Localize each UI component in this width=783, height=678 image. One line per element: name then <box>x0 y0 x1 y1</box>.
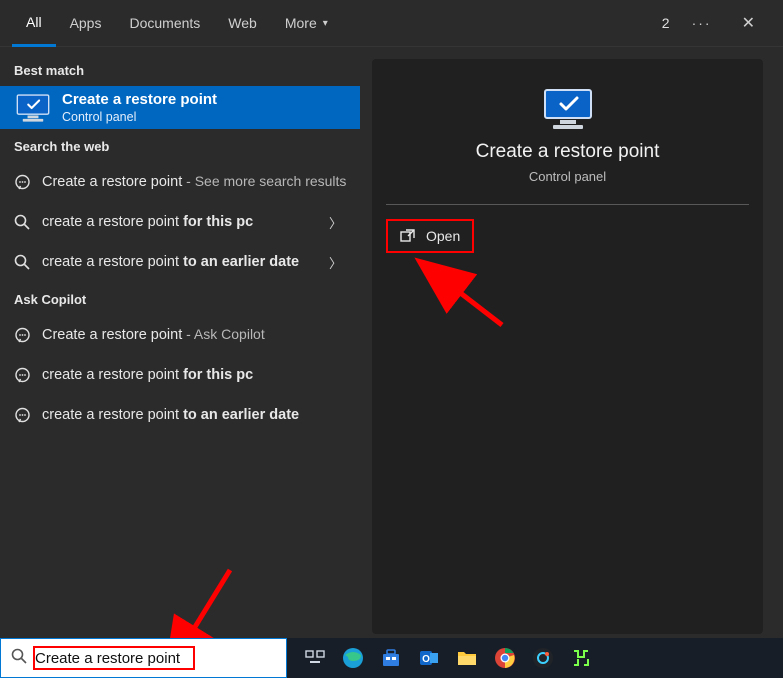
web-result-item[interactable]: create a restore point to an earlier dat… <box>0 242 360 282</box>
chevron-down-icon: ▾ <box>323 18 328 29</box>
search-input[interactable] <box>35 650 265 667</box>
system-protection-icon <box>541 87 595 131</box>
svg-text:O: O <box>422 654 430 665</box>
taskbar-search-box[interactable] <box>0 638 287 678</box>
tab-label: Web <box>228 15 257 31</box>
tab-web[interactable]: Web <box>214 0 271 47</box>
system-protection-icon <box>14 93 52 123</box>
chevron-right-icon[interactable]: 〉 <box>323 213 348 232</box>
copilot-result-item[interactable]: create a restore point to an earlier dat… <box>0 395 360 435</box>
more-options-button[interactable]: ··· <box>692 15 712 31</box>
preview-column: Create a restore point Control panel Ope… <box>360 47 783 640</box>
taskbar-icons: O <box>301 644 595 672</box>
preview-subtitle: Control panel <box>372 169 763 184</box>
close-button[interactable]: ✕ <box>734 9 763 37</box>
result-text: Create a restore point - See more search… <box>42 172 348 192</box>
best-match-item[interactable]: Create a restore point Control panel <box>0 86 360 129</box>
open-icon <box>400 228 416 244</box>
chat-icon <box>14 174 42 191</box>
result-text: create a restore point for this pc <box>42 366 348 385</box>
preview-card: Create a restore point Control panel Ope… <box>372 59 763 634</box>
tab-more[interactable]: More ▾ <box>271 0 342 47</box>
task-view-icon[interactable] <box>301 644 329 672</box>
result-text: create a restore point for this pc <box>42 213 323 232</box>
best-match-subtitle: Control panel <box>62 110 217 124</box>
result-text: Create a restore point - Ask Copilot <box>42 325 348 345</box>
results-column: Best match Create a restore point Contro… <box>0 47 360 640</box>
chat-icon <box>14 367 42 384</box>
edge-icon[interactable] <box>339 644 367 672</box>
tab-label: Apps <box>70 15 102 31</box>
search-icon <box>11 648 27 669</box>
store-icon[interactable] <box>377 644 405 672</box>
outlook-icon[interactable]: O <box>415 644 443 672</box>
web-result-item[interactable]: Create a restore point - See more search… <box>0 162 360 202</box>
section-ask-copilot: Ask Copilot <box>0 282 360 315</box>
open-label: Open <box>426 228 460 244</box>
taskbar: O <box>0 638 783 678</box>
copilot-result-item[interactable]: create a restore point for this pc <box>0 355 360 395</box>
result-text: create a restore point to an earlier dat… <box>42 406 348 425</box>
web-result-item[interactable]: create a restore point for this pc〉 <box>0 202 360 242</box>
tabs-row: All Apps Documents Web More ▾ 2 ··· ✕ <box>0 0 783 47</box>
chevron-right-icon[interactable]: 〉 <box>323 253 348 272</box>
tab-label: More <box>285 15 317 31</box>
chat-icon <box>14 407 42 424</box>
file-explorer-icon[interactable] <box>453 644 481 672</box>
app-icon-2[interactable] <box>567 644 595 672</box>
search-panel: All Apps Documents Web More ▾ 2 ··· ✕ Bes… <box>0 0 783 640</box>
section-search-web: Search the web <box>0 129 360 162</box>
app-icon-1[interactable] <box>529 644 557 672</box>
tab-documents[interactable]: Documents <box>115 0 214 47</box>
result-text: create a restore point to an earlier dat… <box>42 253 323 272</box>
top-right-controls: 2 ··· ✕ <box>662 9 771 37</box>
tab-label: All <box>26 14 42 30</box>
best-match-title: Create a restore point <box>62 91 217 108</box>
copilot-result-item[interactable]: Create a restore point - Ask Copilot <box>0 315 360 355</box>
search-icon <box>14 254 42 270</box>
section-best-match: Best match <box>0 53 360 86</box>
preview-divider <box>386 204 749 205</box>
chat-icon <box>14 327 42 344</box>
tab-apps[interactable]: Apps <box>56 0 116 47</box>
preview-title: Create a restore point <box>372 141 763 163</box>
tab-all[interactable]: All <box>12 0 56 47</box>
result-count: 2 <box>662 15 670 31</box>
open-button[interactable]: Open <box>386 219 474 253</box>
chrome-icon[interactable] <box>491 644 519 672</box>
tab-label: Documents <box>129 15 200 31</box>
search-icon <box>14 214 42 230</box>
